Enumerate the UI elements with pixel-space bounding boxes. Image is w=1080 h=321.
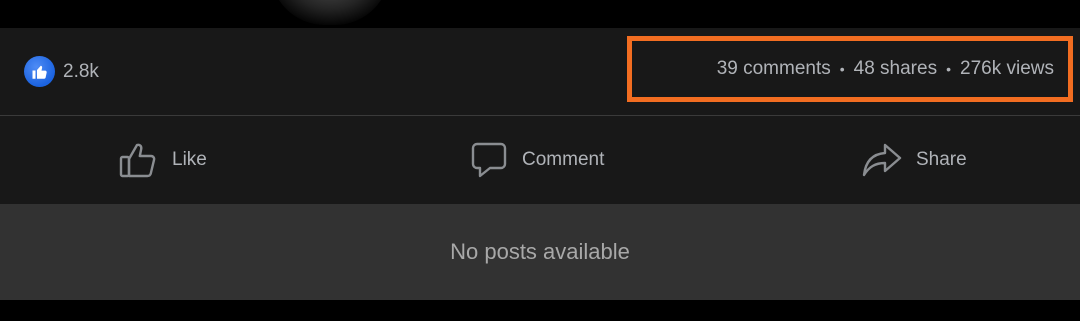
feed-empty-state: No posts available [0,204,1080,300]
bottom-edge [0,300,1080,321]
post-footer: 2.8k 39 comments • 48 shares • 276k view… [0,0,1080,321]
highlighted-counts-box: 39 comments • 48 shares • 276k views [627,36,1073,102]
engagement-counts: 39 comments • 48 shares • 276k views [717,58,1054,80]
like-label: Like [172,149,207,170]
views-count: 276k views [960,58,1054,79]
share-label: Share [916,149,967,170]
thumbs-up-icon [24,56,55,87]
post-media-edge[interactable] [0,0,1080,28]
comments-count[interactable]: 39 comments [717,58,831,80]
comment-button[interactable]: Comment [470,116,604,204]
reaction-summary[interactable]: 2.8k [24,56,99,87]
share-arrow-icon [862,141,902,179]
reaction-count: 2.8k [63,60,99,82]
thumbs-up-outline-icon [118,140,158,180]
comment-label: Comment [522,149,605,170]
post-actions-bar: Like Comment Share [0,116,1080,204]
empty-state-message: No posts available [450,239,630,264]
shares-count[interactable]: 48 shares [854,58,937,80]
media-image-fragment [270,0,390,25]
share-button[interactable]: Share [862,116,967,204]
like-button[interactable]: Like [118,116,207,204]
separator-dot: • [946,61,951,77]
speech-bubble-icon [470,141,508,179]
post-stats-bar: 2.8k 39 comments • 48 shares • 276k view… [0,28,1080,116]
separator-dot: • [839,61,845,77]
